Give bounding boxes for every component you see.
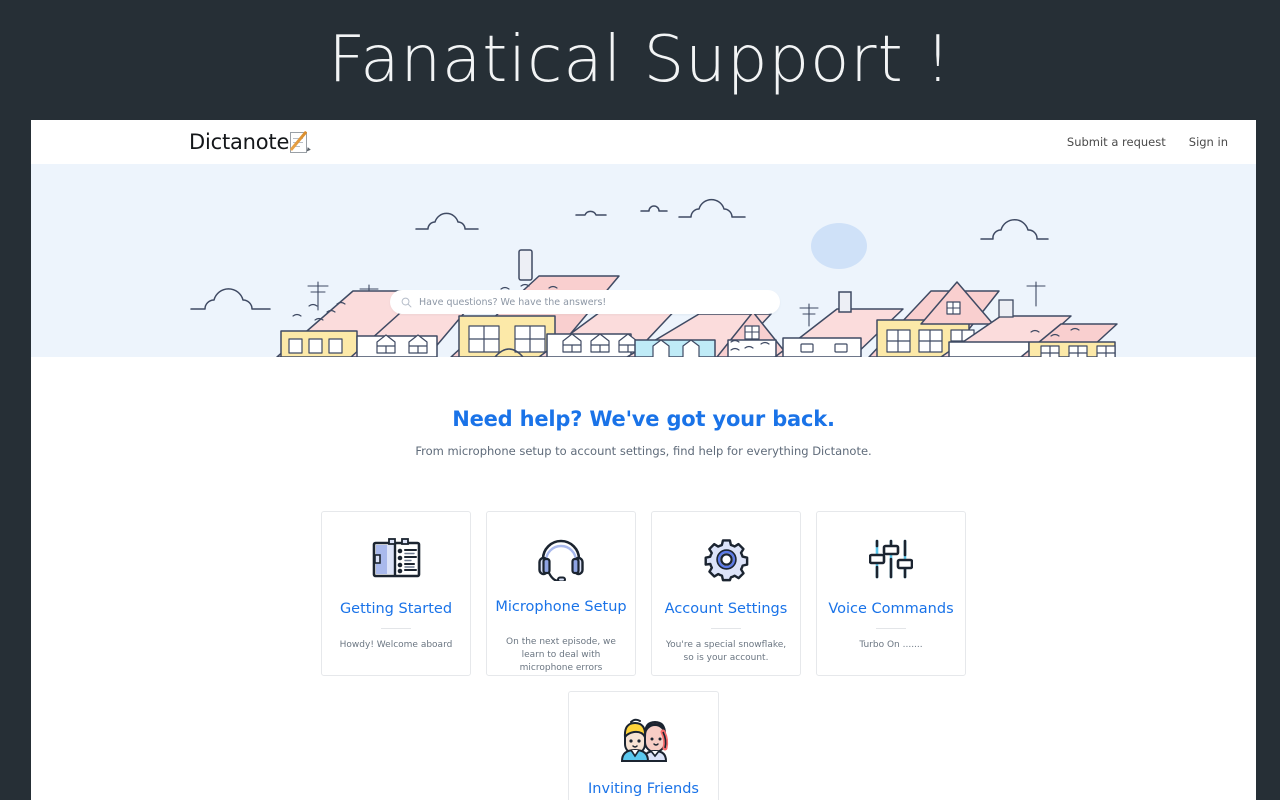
category-card-inviting-friends[interactable]: Inviting Friends — [568, 691, 719, 800]
banner-title: Fanatical Support ! — [328, 23, 952, 97]
card-title: Getting Started — [339, 601, 453, 617]
gear-icon — [704, 535, 749, 583]
card-title: Microphone Setup — [495, 599, 627, 615]
card-description: Howdy! Welcome aboard — [339, 640, 453, 650]
open-notebook-icon — [372, 535, 421, 583]
category-card-voice-commands[interactable]: Voice Commands Turbo On ....... — [816, 511, 966, 676]
hero-section: .ol { fill:none; stroke:#3f4a63; stroke-… — [31, 164, 1256, 357]
category-card-microphone-setup[interactable]: Microphone Setup On the next episode, we… — [486, 511, 636, 676]
category-card-getting-started[interactable]: Getting Started Howdy! Welcome aboard — [321, 511, 471, 676]
category-card-account-settings[interactable]: Account Settings You're a special snowfl… — [651, 511, 801, 676]
card-title: Voice Commands — [828, 601, 954, 617]
headset-icon — [537, 535, 585, 581]
hero-search — [390, 290, 780, 314]
category-cards-row: Getting Started Howdy! Welcome aboard Mi… — [31, 511, 1256, 676]
card-description: Turbo On ....... — [859, 640, 923, 650]
embedded-page-frame: Dictanote Submit a request Sign in .ol {… — [31, 120, 1256, 800]
search-input[interactable] — [419, 296, 769, 308]
card-description: On the next episode, we learn to deal wi… — [506, 637, 616, 674]
two-people-icon — [618, 715, 670, 763]
page-title: Need help? We've got your back. — [452, 407, 835, 431]
main-content: Need help? We've got your back. From mic… — [31, 357, 1256, 800]
brand-logo[interactable]: Dictanote — [189, 130, 312, 154]
card-divider — [876, 628, 906, 629]
header-nav: Submit a request Sign in — [1067, 135, 1228, 149]
card-description: You're a special snowflake, so is your a… — [665, 640, 787, 664]
sign-in-link[interactable]: Sign in — [1189, 135, 1228, 149]
notepad-pencil-icon — [289, 130, 312, 154]
town-houses-clouds-illustration: .ol { fill:none; stroke:#3f4a63; stroke-… — [190, 198, 1118, 357]
search-icon — [401, 297, 412, 307]
card-divider — [381, 628, 411, 629]
brand-name: Dictanote — [189, 130, 290, 154]
sliders-icon — [869, 535, 913, 583]
category-cards-row-2: Inviting Friends — [31, 691, 1256, 800]
site-header: Dictanote Submit a request Sign in — [31, 120, 1256, 164]
card-title: Inviting Friends — [588, 781, 699, 797]
card-title: Account Settings — [664, 601, 788, 617]
search-box[interactable] — [390, 290, 780, 314]
page-subtitle: From microphone setup to account setting… — [415, 444, 872, 458]
card-divider — [711, 628, 741, 629]
submit-a-request-link[interactable]: Submit a request — [1067, 135, 1166, 149]
